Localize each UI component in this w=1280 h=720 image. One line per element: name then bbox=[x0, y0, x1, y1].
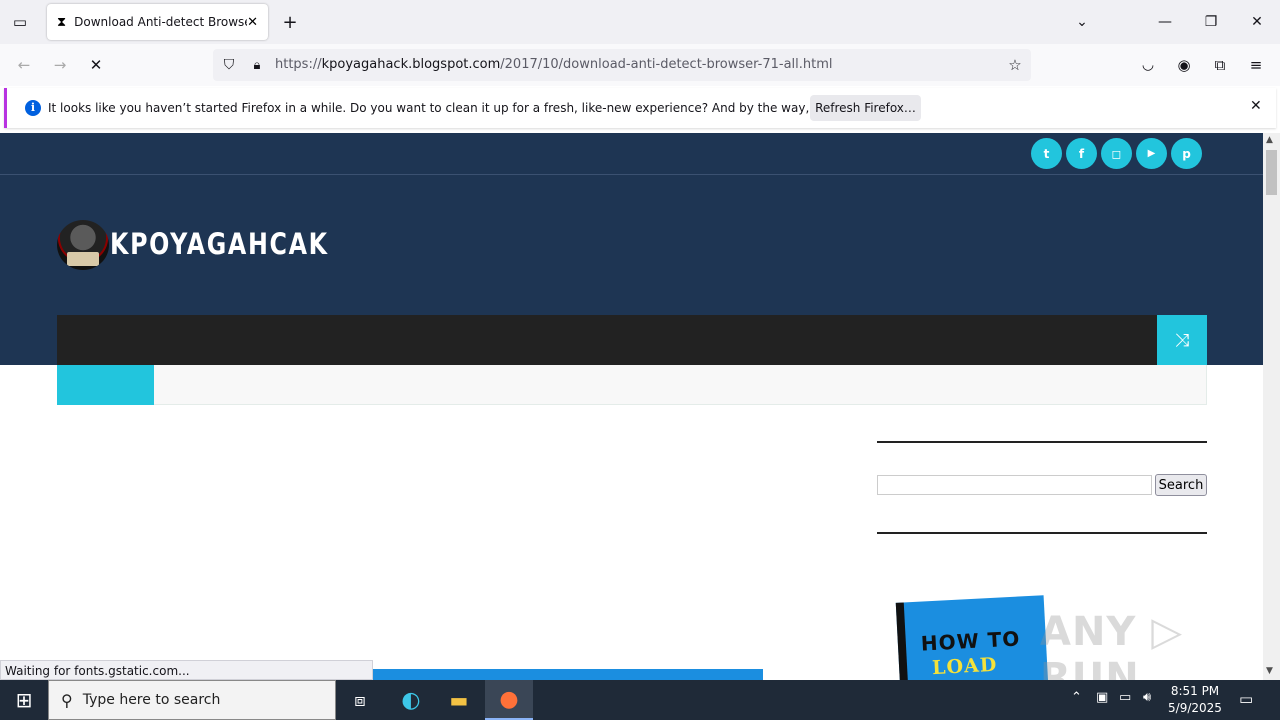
meet-now-icon[interactable]: ▣ bbox=[1096, 690, 1108, 705]
search-input[interactable] bbox=[877, 475, 1152, 495]
close-icon[interactable]: ✕ bbox=[1250, 98, 1262, 114]
taskbar-search-placeholder: Type here to search bbox=[82, 692, 221, 708]
content-banner-strip bbox=[373, 669, 763, 680]
status-bar: Waiting for fonts.gstatic.com... bbox=[0, 660, 373, 680]
menu-icon[interactable]: ≡ bbox=[1244, 53, 1268, 77]
book-title-line1: HOW TO bbox=[920, 626, 1021, 656]
main-menu-bar bbox=[57, 315, 1157, 365]
sidebar-divider bbox=[877, 441, 1207, 443]
sub-nav-accent[interactable] bbox=[57, 365, 154, 405]
clock-time: 8:51 PM bbox=[1170, 684, 1220, 698]
back-arrow-icon[interactable]: ← bbox=[12, 53, 36, 77]
close-window-icon[interactable]: ✕ bbox=[1245, 10, 1269, 34]
search-icon: ⚲ bbox=[61, 690, 73, 710]
notification-bar: i It looks like you haven’t started Fire… bbox=[4, 88, 1276, 128]
info-icon: i bbox=[25, 100, 41, 116]
notification-message: It looks like you haven’t started Firefo… bbox=[48, 101, 904, 115]
task-view-icon[interactable]: ⧈ bbox=[336, 680, 384, 720]
file-explorer-icon[interactable]: ▬ bbox=[435, 680, 483, 720]
firefox-icon[interactable]: ● bbox=[485, 680, 533, 720]
search-button[interactable]: Search bbox=[1155, 474, 1207, 496]
restore-icon[interactable]: ❐ bbox=[1199, 10, 1223, 34]
page-content: t f ◻ ▶ p KPOYAGAHCAK ⤨ Search HOW TO LO… bbox=[0, 133, 1263, 680]
nav-bar: ← → ✕ ⛉ 🔒︎ https://kpoyagahack.blogspot.… bbox=[0, 44, 1280, 86]
facebook-icon[interactable]: f bbox=[1066, 138, 1097, 169]
close-tab-icon[interactable]: ✕ bbox=[247, 15, 258, 30]
site-topbar: t f ◻ ▶ p bbox=[0, 133, 1263, 175]
scroll-up-icon[interactable]: ▲ bbox=[1266, 135, 1273, 145]
loading-hourglass-icon: ⧗ bbox=[57, 14, 67, 30]
show-hidden-icons-icon[interactable]: ⌃ bbox=[1071, 690, 1082, 705]
tab-list-icon[interactable]: ▭ bbox=[8, 10, 32, 34]
pinterest-icon[interactable]: p bbox=[1171, 138, 1202, 169]
instagram-icon[interactable]: ◻ bbox=[1101, 138, 1132, 169]
lock-icon[interactable]: 🔒︎ bbox=[245, 53, 269, 77]
scroll-thumb[interactable] bbox=[1266, 150, 1277, 195]
refresh-firefox-button[interactable]: Refresh Firefox… bbox=[810, 95, 921, 121]
edge-icon[interactable]: ◐ bbox=[387, 680, 435, 720]
tab-active[interactable]: ⧗ Download Anti-detect Browser ✕ bbox=[47, 4, 268, 40]
clock[interactable]: 8:51 PM 5/9/2025 bbox=[1164, 683, 1226, 717]
watermark: ANY ▷ RUN bbox=[1040, 609, 1184, 680]
url-text[interactable]: https://kpoyagahack.blogspot.com/2017/10… bbox=[275, 57, 833, 72]
tab-title: Download Anti-detect Browser bbox=[74, 15, 248, 29]
scroll-down-icon[interactable]: ▼ bbox=[1266, 666, 1273, 676]
site-logo-text[interactable]: KPOYAGAHCAK bbox=[110, 227, 329, 261]
new-tab-icon[interactable]: + bbox=[278, 10, 302, 34]
network-icon[interactable]: ▭ bbox=[1119, 690, 1131, 705]
taskbar: ⊞ ⚲ Type here to search ⧈ ◐ ▬ ● ⌃ ▣ ▭ 🔊︎… bbox=[0, 680, 1280, 720]
taskbar-search-input[interactable]: ⚲ Type here to search bbox=[48, 680, 336, 720]
pocket-icon[interactable]: ◡ bbox=[1136, 53, 1160, 77]
sub-nav-bar bbox=[57, 365, 1207, 405]
scrollbar[interactable]: ▲ ▼ bbox=[1263, 133, 1280, 680]
volume-icon[interactable]: 🔊︎ bbox=[1143, 690, 1151, 705]
forward-arrow-icon[interactable]: → bbox=[48, 53, 72, 77]
youtube-icon[interactable]: ▶ bbox=[1136, 138, 1167, 169]
book-title-line2: LOAD bbox=[931, 653, 998, 680]
bookmark-star-icon[interactable]: ☆ bbox=[1003, 53, 1027, 77]
windows-start-icon[interactable]: ⊞ bbox=[0, 680, 48, 720]
extensions-icon[interactable]: ⧉ bbox=[1208, 53, 1232, 77]
sidebar-divider bbox=[877, 532, 1207, 534]
minimize-icon[interactable]: — bbox=[1153, 10, 1177, 34]
account-icon[interactable]: ◉ bbox=[1172, 53, 1196, 77]
tab-bar: ▭ ⧗ Download Anti-detect Browser ✕ + ⌄ —… bbox=[0, 0, 1280, 44]
book-cover-image[interactable]: HOW TO LOAD bbox=[895, 595, 1049, 680]
shuffle-icon[interactable]: ⤨ bbox=[1157, 315, 1207, 365]
url-bar[interactable]: ⛉ 🔒︎ https://kpoyagahack.blogspot.com/20… bbox=[213, 49, 1031, 81]
logo-image[interactable] bbox=[57, 220, 109, 270]
clock-date: 5/9/2025 bbox=[1168, 701, 1222, 715]
stop-loading-icon[interactable]: ✕ bbox=[84, 53, 108, 77]
twitter-icon[interactable]: t bbox=[1031, 138, 1062, 169]
notifications-icon[interactable]: ▭ bbox=[1239, 690, 1253, 708]
shield-icon[interactable]: ⛉ bbox=[217, 53, 241, 77]
chevron-down-icon[interactable]: ⌄ bbox=[1070, 10, 1094, 34]
